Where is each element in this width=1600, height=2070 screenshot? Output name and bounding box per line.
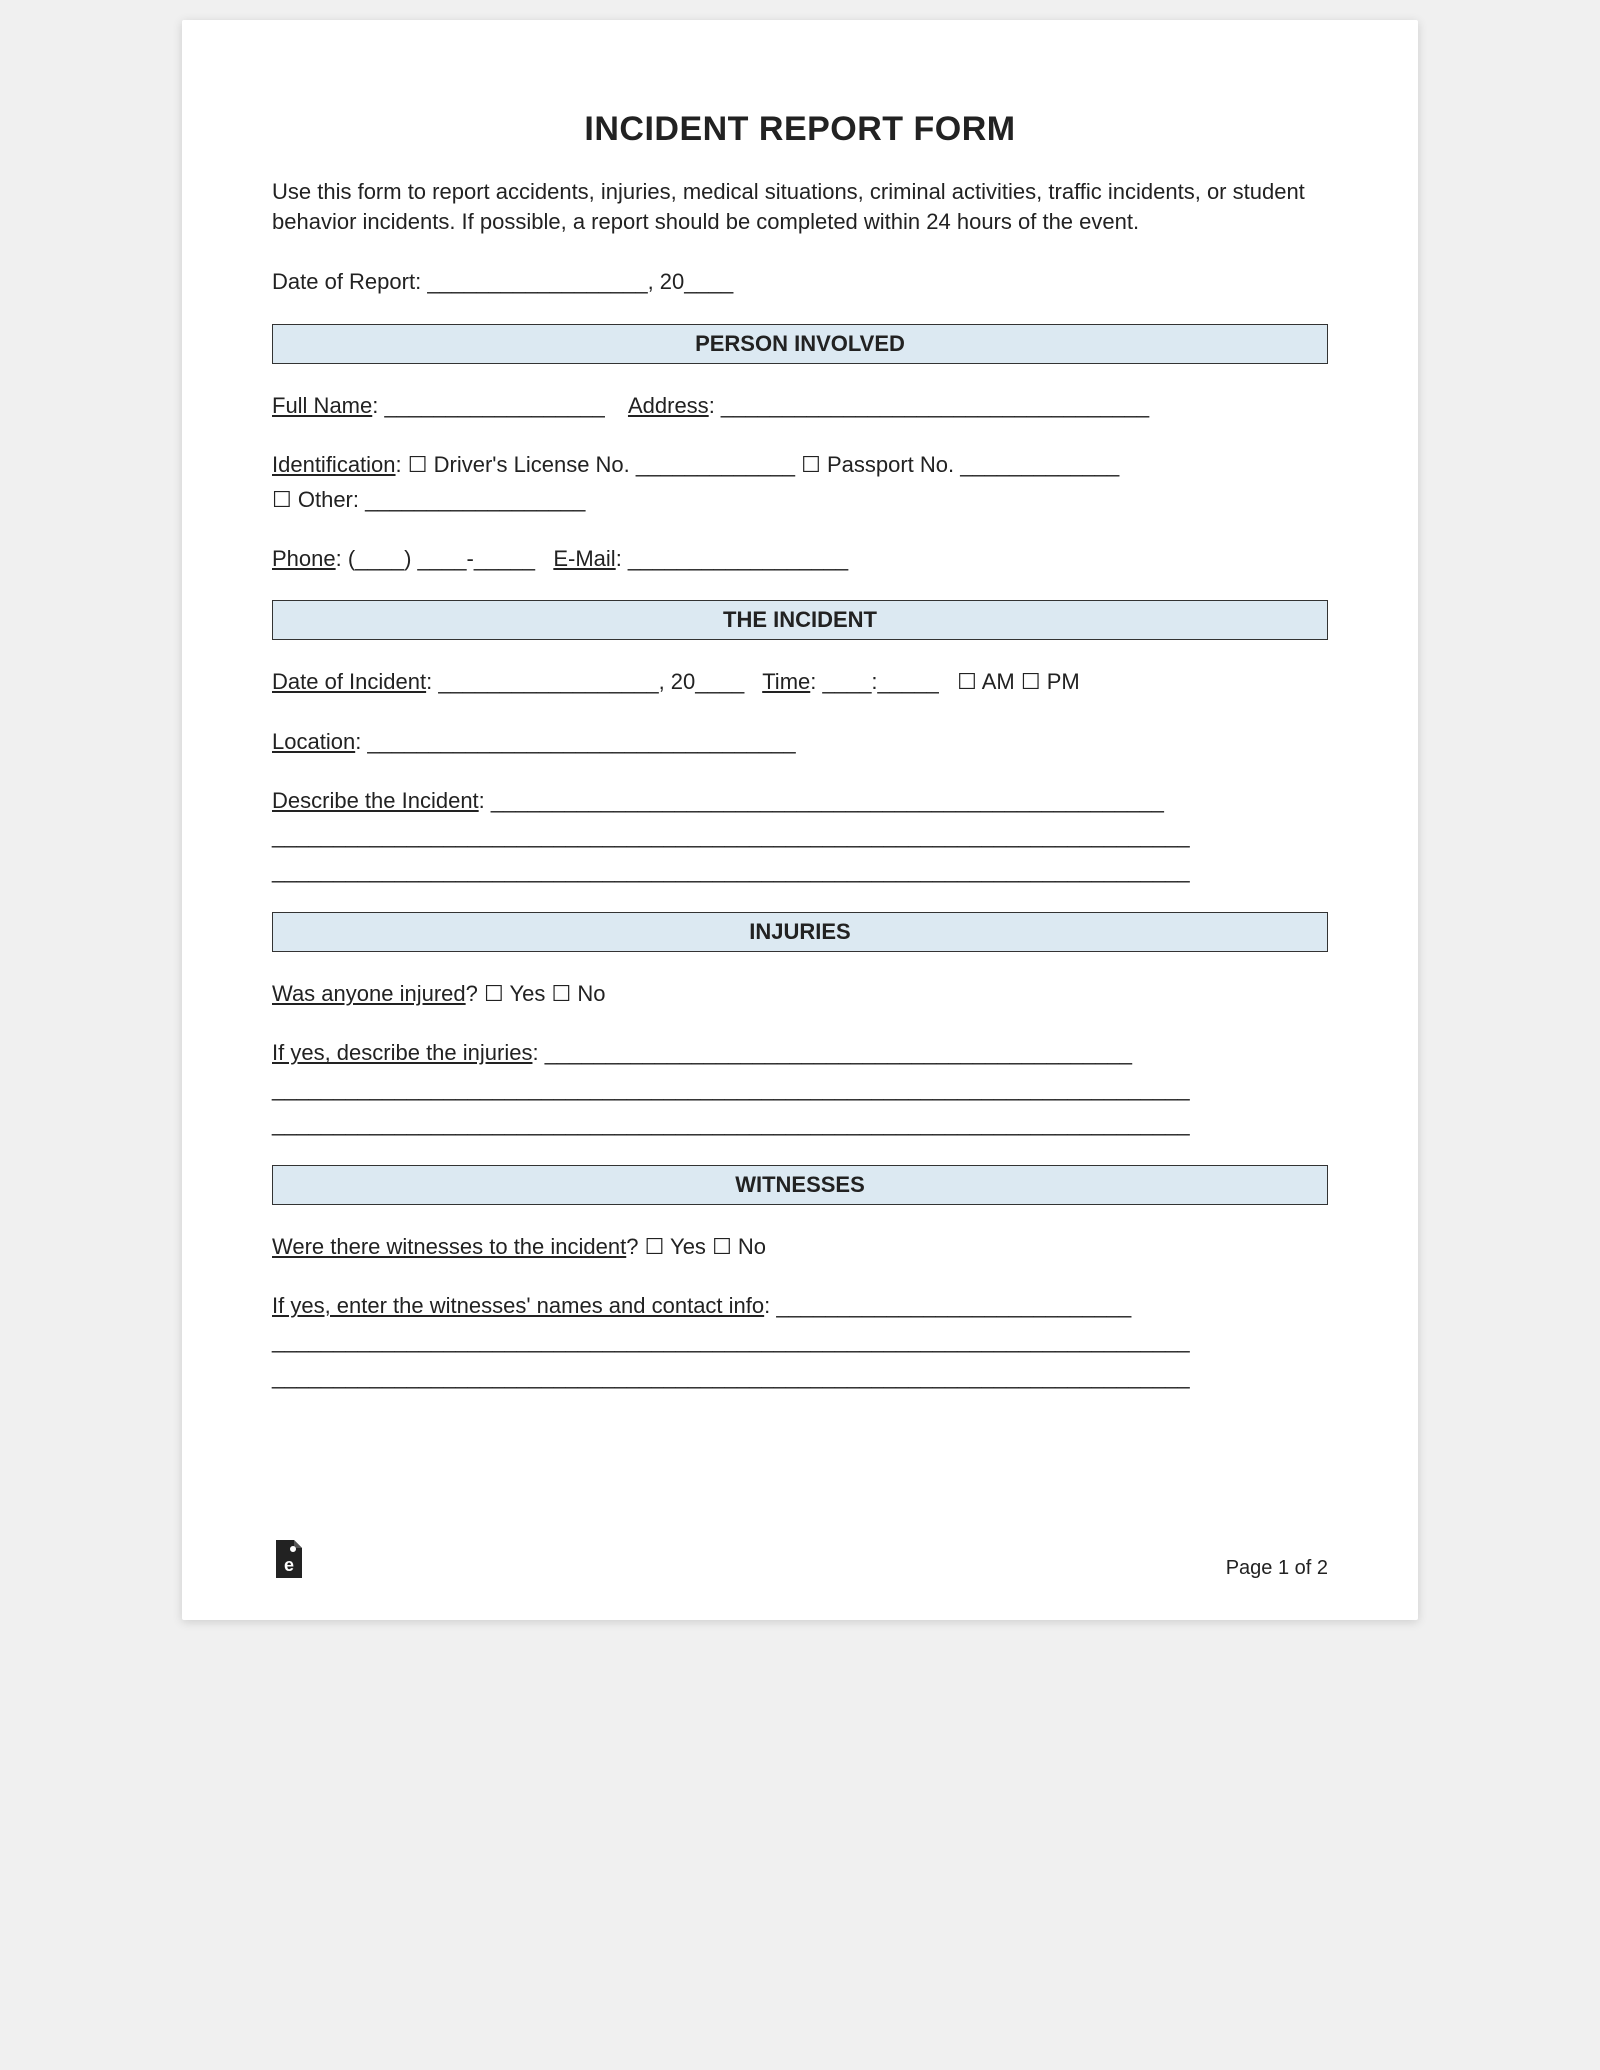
location-blank[interactable]: : ___________________________________ — [355, 729, 795, 754]
passport-label: Passport No. — [827, 452, 954, 477]
page-footer: e Page 1 of 2 — [272, 1538, 1328, 1580]
email-label: E-Mail — [553, 546, 615, 571]
page-number: Page 1 of 2 — [1226, 1557, 1328, 1580]
describe-incident-line3[interactable]: ________________________________________… — [272, 858, 1190, 883]
email-blank[interactable]: : __________________ — [616, 546, 848, 571]
date-of-report-sep: , 20 — [648, 269, 685, 294]
full-name-blank[interactable]: : __________________ — [372, 393, 604, 418]
date-of-incident-blank[interactable]: : __________________ — [426, 669, 658, 694]
section-header-injuries: INJURIES — [272, 912, 1328, 952]
witness-info-block: If yes, enter the witnesses' names and c… — [272, 1288, 1328, 1394]
identification-label: Identification — [272, 452, 396, 477]
page-title: INCIDENT REPORT FORM — [272, 110, 1328, 149]
checkbox-pm[interactable]: ☐ — [1021, 669, 1041, 694]
pm-label: PM — [1047, 669, 1080, 694]
drivers-license-blank[interactable]: _____________ — [630, 452, 795, 477]
identification-line: Identification: ☐ Driver's License No. _… — [272, 447, 1328, 517]
address-blank[interactable]: : ___________________________________ — [709, 393, 1149, 418]
were-witnesses-label: Were there witnesses to the incident — [272, 1234, 626, 1259]
other-label: Other: — [298, 487, 359, 512]
date-of-report-blank[interactable]: __________________ — [427, 269, 647, 294]
section-header-incident: THE INCIDENT — [272, 600, 1328, 640]
checkbox-injured-no[interactable]: ☐ — [551, 981, 571, 1006]
witness-no-label: No — [738, 1234, 766, 1259]
date-of-incident-year-blank[interactable]: ____ — [695, 669, 744, 694]
describe-injuries-label: If yes, describe the injuries — [272, 1040, 532, 1065]
svg-text:e: e — [284, 1555, 294, 1575]
address-label: Address — [628, 393, 709, 418]
witness-info-line2[interactable]: ________________________________________… — [272, 1328, 1190, 1353]
section-header-witnesses: WITNESSES — [272, 1165, 1328, 1205]
injured-no-label: No — [577, 981, 605, 1006]
time-blank[interactable]: : ____:_____ — [810, 669, 938, 694]
describe-injuries-line3[interactable]: ________________________________________… — [272, 1111, 1190, 1136]
checkbox-am[interactable]: ☐ — [957, 669, 977, 694]
passport-blank[interactable]: _____________ — [954, 452, 1119, 477]
checkbox-injured-yes[interactable]: ☐ — [484, 981, 504, 1006]
location-label: Location — [272, 729, 355, 754]
date-of-incident-label: Date of Incident — [272, 669, 426, 694]
checkbox-witness-yes[interactable]: ☐ — [645, 1234, 665, 1259]
injured-line: Was anyone injured? ☐ Yes ☐ No — [272, 976, 1328, 1011]
date-of-report-line: Date of Report: __________________, 20__… — [272, 264, 1328, 299]
date-of-report-label: Date of Report: — [272, 269, 421, 294]
was-injured-label: Was anyone injured — [272, 981, 466, 1006]
document-page: INCIDENT REPORT FORM Use this form to re… — [182, 20, 1418, 1620]
phone-label: Phone — [272, 546, 336, 571]
describe-injuries-block: If yes, describe the injuries: _________… — [272, 1035, 1328, 1141]
describe-injuries-line2[interactable]: ________________________________________… — [272, 1076, 1190, 1101]
phone-blank[interactable]: : (____) ____-_____ — [336, 546, 535, 571]
name-address-line: Full Name: __________________ Address: _… — [272, 388, 1328, 423]
full-name-label: Full Name — [272, 393, 372, 418]
section-header-person: PERSON INVOLVED — [272, 324, 1328, 364]
checkbox-drivers[interactable]: ☐ — [408, 452, 428, 477]
describe-incident-label: Describe the Incident — [272, 788, 479, 813]
describe-incident-block: Describe the Incident: _________________… — [272, 783, 1328, 889]
phone-email-line: Phone: (____) ____-_____ E-Mail: _______… — [272, 541, 1328, 576]
checkbox-other[interactable]: ☐ — [272, 487, 292, 512]
time-label: Time — [762, 669, 810, 694]
witnesses-line: Were there witnesses to the incident? ☐ … — [272, 1229, 1328, 1264]
incident-date-line: Date of Incident: __________________, 20… — [272, 664, 1328, 699]
witness-info-label: If yes, enter the witnesses' names and c… — [272, 1293, 764, 1318]
eforms-logo-icon: e — [272, 1538, 306, 1580]
date-of-report-year-blank[interactable]: ____ — [684, 269, 733, 294]
witness-info-line3[interactable]: ________________________________________… — [272, 1364, 1190, 1389]
checkbox-witness-no[interactable]: ☐ — [712, 1234, 732, 1259]
intro-text: Use this form to report accidents, injur… — [272, 177, 1328, 236]
checkbox-passport[interactable]: ☐ — [801, 452, 821, 477]
drivers-license-label: Driver's License No. — [434, 452, 630, 477]
describe-incident-blank[interactable]: : ______________________________________… — [479, 788, 1164, 813]
location-line: Location: ______________________________… — [272, 724, 1328, 759]
witness-info-blank[interactable]: : _____________________________ — [764, 1293, 1131, 1318]
describe-incident-line2[interactable]: ________________________________________… — [272, 823, 1190, 848]
am-label: AM — [982, 669, 1015, 694]
date-of-incident-sep: , 20 — [659, 669, 696, 694]
other-blank[interactable]: __________________ — [359, 487, 585, 512]
injured-yes-label: Yes — [509, 981, 545, 1006]
describe-injuries-blank[interactable]: : ______________________________________… — [532, 1040, 1132, 1065]
witness-yes-label: Yes — [670, 1234, 706, 1259]
